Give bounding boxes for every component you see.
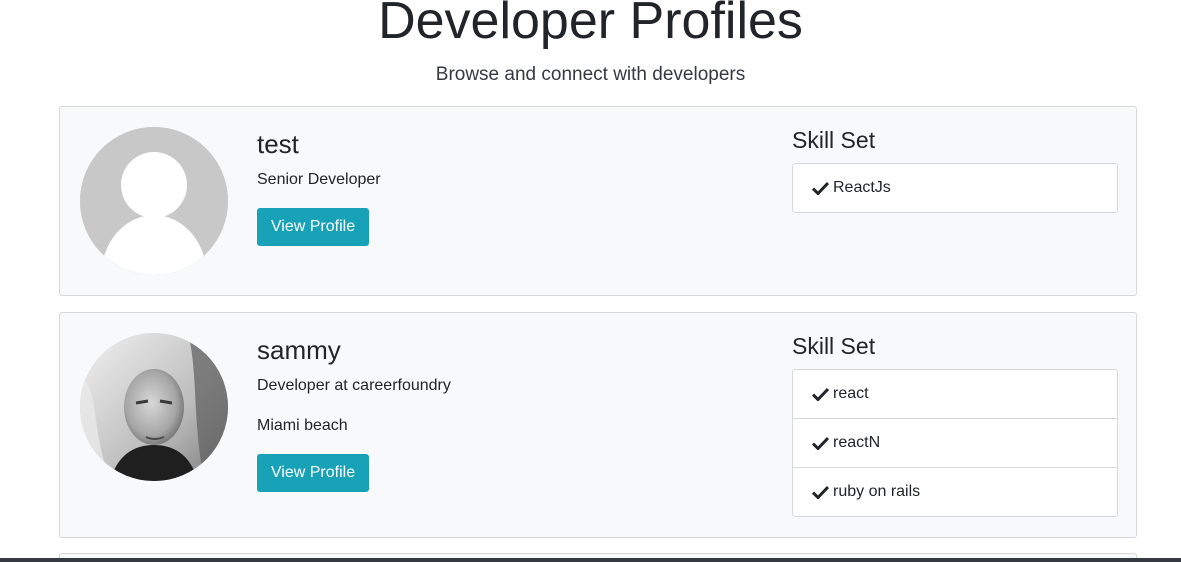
- skill-label: reactN: [833, 434, 881, 451]
- profile-card: sammy Developer at careerfoundry Miami b…: [59, 312, 1137, 538]
- skill-label: ruby on rails: [833, 483, 921, 500]
- skill-label: react: [833, 385, 869, 402]
- check-icon: [812, 387, 829, 401]
- developer-location: Miami beach: [257, 417, 348, 434]
- view-profile-button[interactable]: View Profile: [257, 454, 369, 492]
- developer-status: Senior Developer: [257, 171, 381, 188]
- check-icon: [812, 485, 829, 499]
- skill-item: ruby on rails: [793, 468, 1117, 516]
- skill-item: ReactJs: [793, 164, 1117, 212]
- page-lead: Browse and connect with developers: [435, 64, 746, 85]
- developer-name: sammy: [257, 335, 341, 365]
- check-icon: [812, 181, 829, 195]
- page: Developer Profiles Browse and connect wi…: [0, 0, 1181, 562]
- profile-card: test Senior Developer View Profile Skill…: [59, 106, 1137, 296]
- skill-list: react reactN ruby on rails: [792, 369, 1118, 517]
- skills-title: Skill Set: [792, 127, 876, 153]
- bottom-bar: [0, 558, 1181, 562]
- view-profile-button[interactable]: View Profile: [257, 208, 369, 246]
- skill-item: reactN: [793, 419, 1117, 468]
- skill-list: ReactJs: [792, 163, 1118, 213]
- skill-item: react: [793, 370, 1117, 419]
- skills-title: Skill Set: [792, 333, 876, 359]
- default-avatar-icon: [80, 127, 228, 275]
- page-title: Developer Profiles: [378, 0, 803, 50]
- check-icon: [812, 436, 829, 450]
- developer-name: test: [257, 129, 299, 159]
- skill-label: ReactJs: [833, 179, 891, 196]
- user-photo: [80, 333, 228, 481]
- developer-status: Developer at careerfoundry: [257, 377, 451, 394]
